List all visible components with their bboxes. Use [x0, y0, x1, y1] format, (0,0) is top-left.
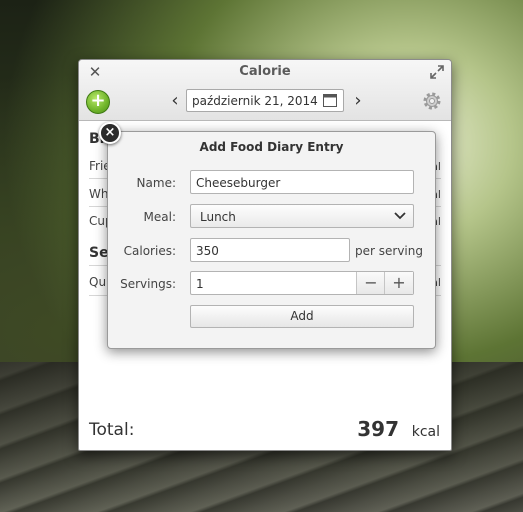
- name-field[interactable]: Cheeseburger: [190, 170, 414, 194]
- date-text: październik 21, 2014: [192, 94, 318, 108]
- increment-button[interactable]: +: [384, 272, 413, 294]
- meal-label: Meal:: [143, 210, 176, 224]
- add-entry-button[interactable]: +: [86, 90, 110, 114]
- dialog-title: Add Food Diary Entry: [199, 140, 344, 154]
- gear-icon[interactable]: [421, 90, 443, 112]
- header-bar: ✕ Calorie + ‹ październik 21, 2014 ›: [79, 60, 451, 121]
- chevron-right-icon[interactable]: ›: [351, 92, 365, 110]
- dialog-close-icon[interactable]: ×: [99, 122, 121, 144]
- maximize-icon[interactable]: [429, 64, 445, 80]
- name-value: Cheeseburger: [196, 176, 281, 190]
- servings-stepper[interactable]: 1 − +: [190, 271, 414, 295]
- total-unit: kcal: [411, 424, 440, 440]
- decrement-button[interactable]: −: [356, 272, 385, 294]
- add-food-dialog: Add Food Diary Entry Name: Cheeseburger …: [107, 131, 436, 349]
- name-label: Name:: [136, 176, 176, 190]
- total-value: 397: [357, 417, 399, 441]
- calories-label: Calories:: [123, 244, 176, 258]
- add-button[interactable]: Add: [190, 305, 414, 328]
- window-title: Calorie: [239, 64, 291, 79]
- meal-value: Lunch: [200, 210, 236, 224]
- chevron-down-icon: [394, 212, 406, 220]
- calories-unit: per serving: [355, 244, 423, 258]
- calendar-icon[interactable]: [323, 94, 337, 107]
- servings-value: 1: [196, 277, 204, 291]
- calories-value: 350: [196, 244, 219, 258]
- servings-label: Servings:: [120, 277, 176, 291]
- date-picker[interactable]: październik 21, 2014: [186, 89, 344, 112]
- meal-select[interactable]: Lunch: [190, 204, 414, 228]
- calories-field[interactable]: 350: [190, 238, 350, 262]
- chevron-left-icon[interactable]: ‹: [168, 92, 182, 110]
- total-label: Total:: [89, 420, 135, 440]
